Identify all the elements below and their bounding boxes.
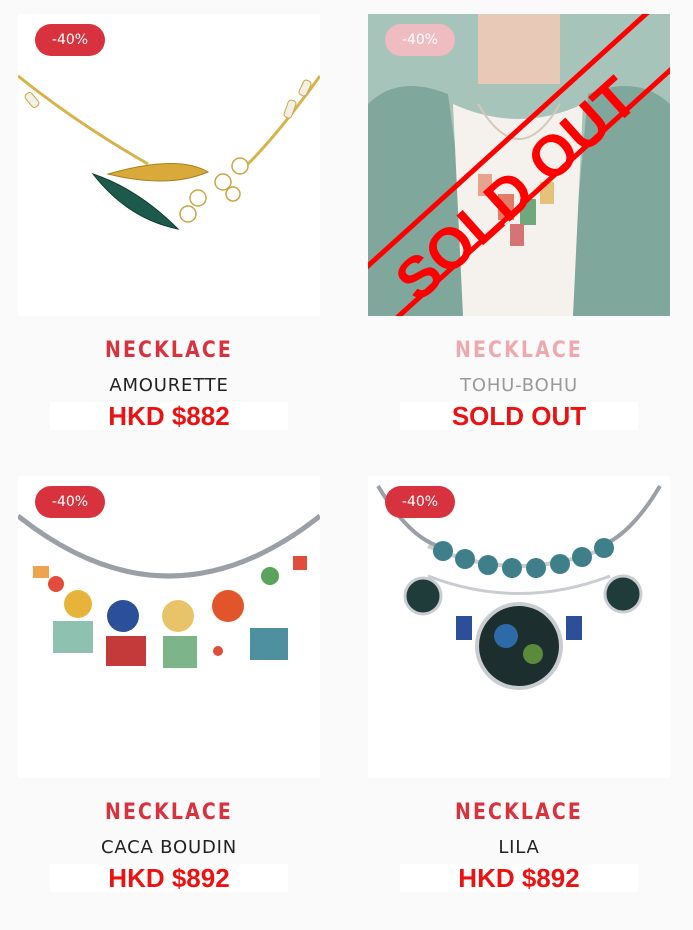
model-wearing-necklace-image <box>368 14 670 316</box>
product-category: NECKLACE <box>454 800 584 825</box>
product-name[interactable]: AMOURETTE <box>18 375 320 396</box>
product-category: NECKLACE <box>104 338 234 363</box>
product-grid: -40% NECKLACE AMOURETTE HKD $882 SOLD OU… <box>0 0 693 930</box>
product-card[interactable]: SOLD OUT -40% NECKLACE TOHU-BOHU SOLD OU… <box>368 14 670 430</box>
discount-badge: -40% <box>35 486 105 518</box>
product-image[interactable]: SOLD OUT -40% <box>368 14 670 316</box>
product-price: HKD $892 <box>50 864 288 892</box>
product-name[interactable]: LILA <box>368 837 670 858</box>
product-image[interactable]: -40% <box>368 476 670 778</box>
necklace-image <box>18 514 320 668</box>
product-card[interactable]: -40% NECKLACE AMOURETTE HKD $882 <box>18 14 320 430</box>
product-price: HKD $892 <box>400 864 638 892</box>
discount-badge: -40% <box>385 24 455 56</box>
necklace-image <box>376 484 662 690</box>
product-price: SOLD OUT <box>400 402 638 430</box>
product-card[interactable]: -40% NECKLACE CACA BOUDIN HKD $892 <box>18 476 320 892</box>
discount-badge: -40% <box>385 486 455 518</box>
product-card[interactable]: -40% NECKLACE LILA HKD $892 <box>368 476 670 892</box>
product-name[interactable]: TOHU-BOHU <box>368 375 670 396</box>
discount-badge: -40% <box>35 24 105 56</box>
product-image[interactable]: -40% <box>18 476 320 778</box>
product-category: NECKLACE <box>454 338 584 363</box>
product-image[interactable]: -40% <box>18 14 320 316</box>
necklace-image <box>18 74 320 230</box>
product-price: HKD $882 <box>50 402 288 430</box>
product-name[interactable]: CACA BOUDIN <box>18 837 320 858</box>
product-category: NECKLACE <box>104 800 234 825</box>
